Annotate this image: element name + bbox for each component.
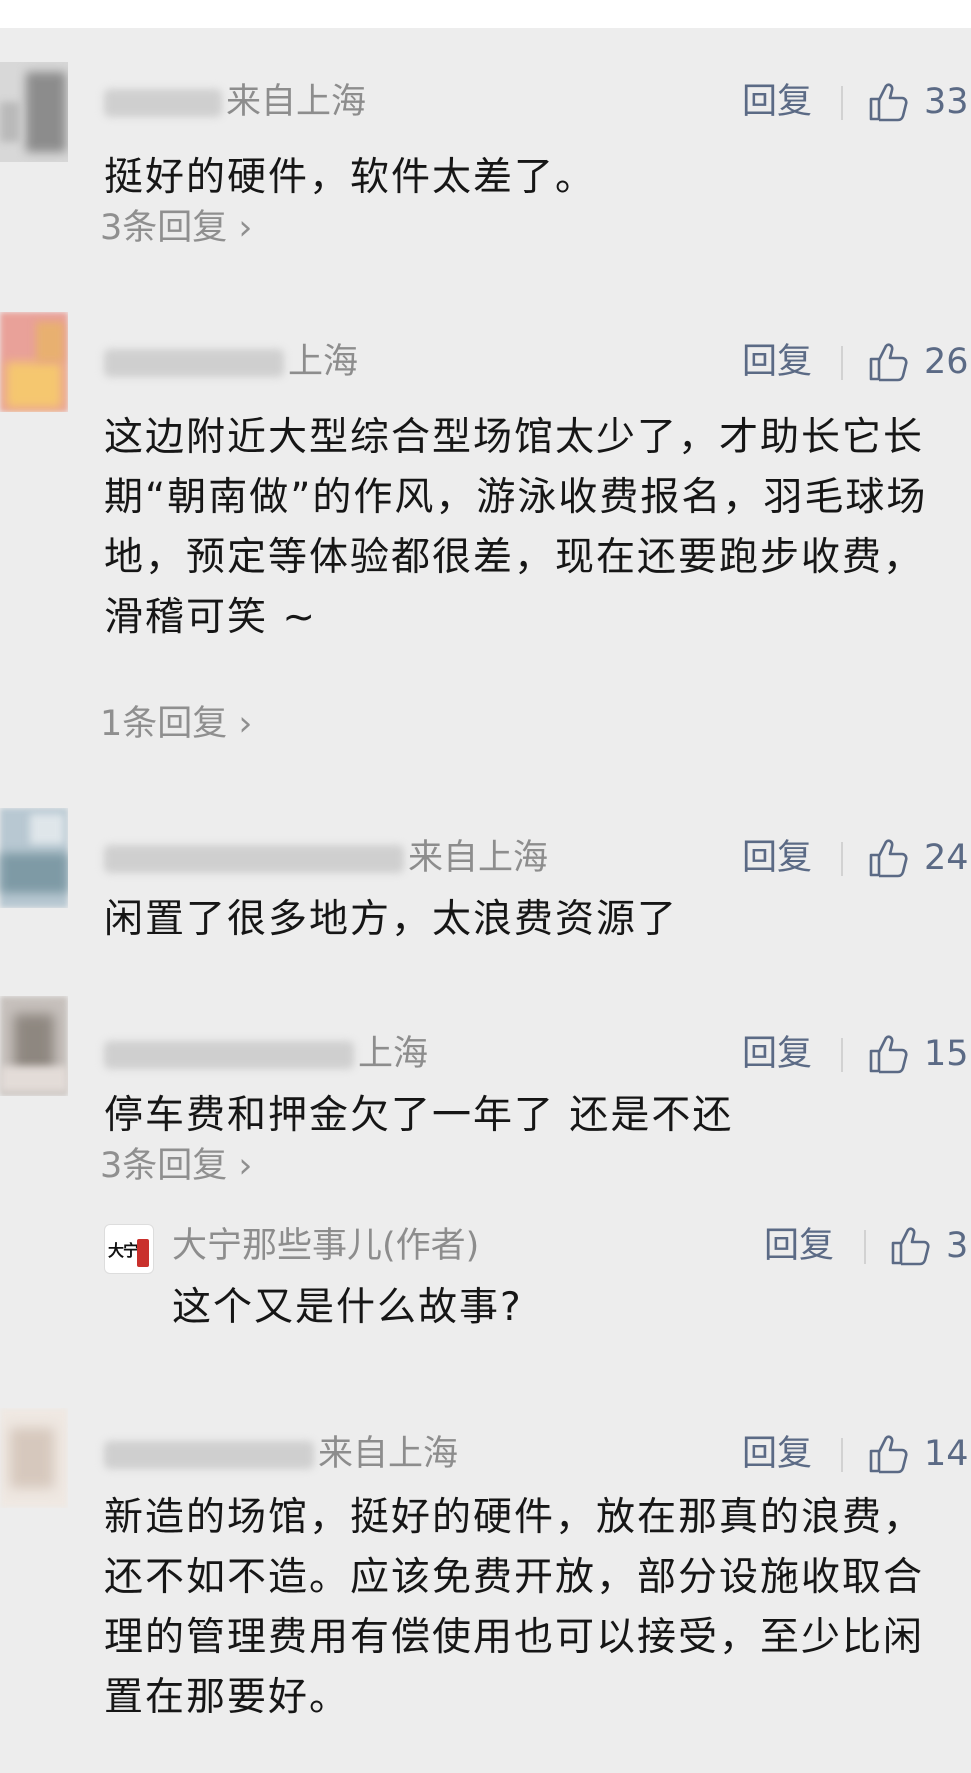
username[interactable]: 上海 (104, 340, 358, 384)
author-avatar-logo: 大宁 (108, 1241, 139, 1260)
top-strip (0, 0, 971, 28)
view-replies-link[interactable]: 3条回复 › (100, 206, 252, 250)
reply-text: 这个又是什么故事? (172, 1285, 523, 1330)
like-count: 15 (924, 1034, 969, 1074)
divider (841, 1438, 843, 1472)
reply-button[interactable]: 回复 (742, 1432, 812, 1476)
avatar[interactable] (0, 1408, 68, 1508)
location-label: 来自上海 (318, 1434, 459, 1474)
seal-icon (137, 1239, 149, 1267)
comment-text: 闲置了很多地方，太浪费资源了 (104, 897, 679, 942)
username[interactable]: 来自上海 (104, 836, 548, 880)
like-count: 14 (924, 1434, 969, 1474)
blurred-username (104, 845, 404, 873)
thumbs-up-icon (869, 1035, 908, 1074)
comment-text: 停车费和押金欠了一年了 还是不还 (104, 1093, 734, 1138)
avatar[interactable] (0, 996, 68, 1096)
view-replies-link[interactable]: 3条回复 › (100, 1144, 252, 1188)
like-count: 24 (924, 838, 969, 878)
divider (841, 346, 843, 380)
reply-button[interactable]: 回复 (742, 836, 812, 880)
thumbs-up-icon (869, 1435, 908, 1474)
author-avatar[interactable]: 大宁 (104, 1224, 154, 1274)
blurred-username (104, 89, 222, 117)
location-label: 来自上海 (408, 838, 549, 878)
thumbs-up-icon (869, 839, 908, 878)
reply-button[interactable]: 回复 (742, 1032, 812, 1076)
view-replies-link[interactable]: 1条回复 › (100, 702, 252, 746)
avatar[interactable] (0, 312, 68, 412)
comment-text: 这边附近大型综合型场馆太少了，才助长它长期“朝南做”的作风，游泳收费报名，羽毛球… (104, 415, 928, 640)
like-count: 3 (946, 1226, 969, 1266)
thumbs-up-icon (891, 1227, 930, 1266)
comment-list: 来自上海 回复 33 挺好的硬件，软件太差了。 3条回复 › 上海 回复 26 (0, 28, 971, 1773)
avatar[interactable] (0, 808, 68, 908)
comment-text: 新造的场馆，挺好的硬件，放在那真的浪费，还不如不造。应该免费开放，部分设施收取合… (104, 1495, 925, 1720)
username[interactable]: 来自上海 (104, 80, 366, 124)
blurred-username (104, 1041, 354, 1069)
like-count: 33 (924, 82, 969, 122)
divider (841, 1038, 843, 1072)
reply-button[interactable]: 回复 (742, 80, 812, 124)
blurred-username (104, 1441, 314, 1469)
location-label: 上海 (358, 1034, 429, 1074)
location-label: 来自上海 (226, 82, 367, 122)
thumbs-up-icon (869, 343, 908, 382)
divider (841, 842, 843, 876)
username[interactable]: 上海 (104, 1032, 428, 1076)
divider (841, 86, 843, 120)
reply-button[interactable]: 回复 (764, 1224, 834, 1268)
comment-text: 挺好的硬件，软件太差了。 (104, 155, 597, 200)
reply-button[interactable]: 回复 (742, 340, 812, 384)
avatar[interactable] (0, 62, 68, 162)
blurred-username (104, 349, 284, 377)
like-count: 26 (924, 342, 969, 382)
username[interactable]: 来自上海 (104, 1432, 458, 1476)
location-label: 上海 (288, 342, 359, 382)
thumbs-up-icon (869, 83, 908, 122)
divider (864, 1230, 866, 1264)
author-name[interactable]: 大宁那些事儿(作者) (172, 1224, 479, 1268)
